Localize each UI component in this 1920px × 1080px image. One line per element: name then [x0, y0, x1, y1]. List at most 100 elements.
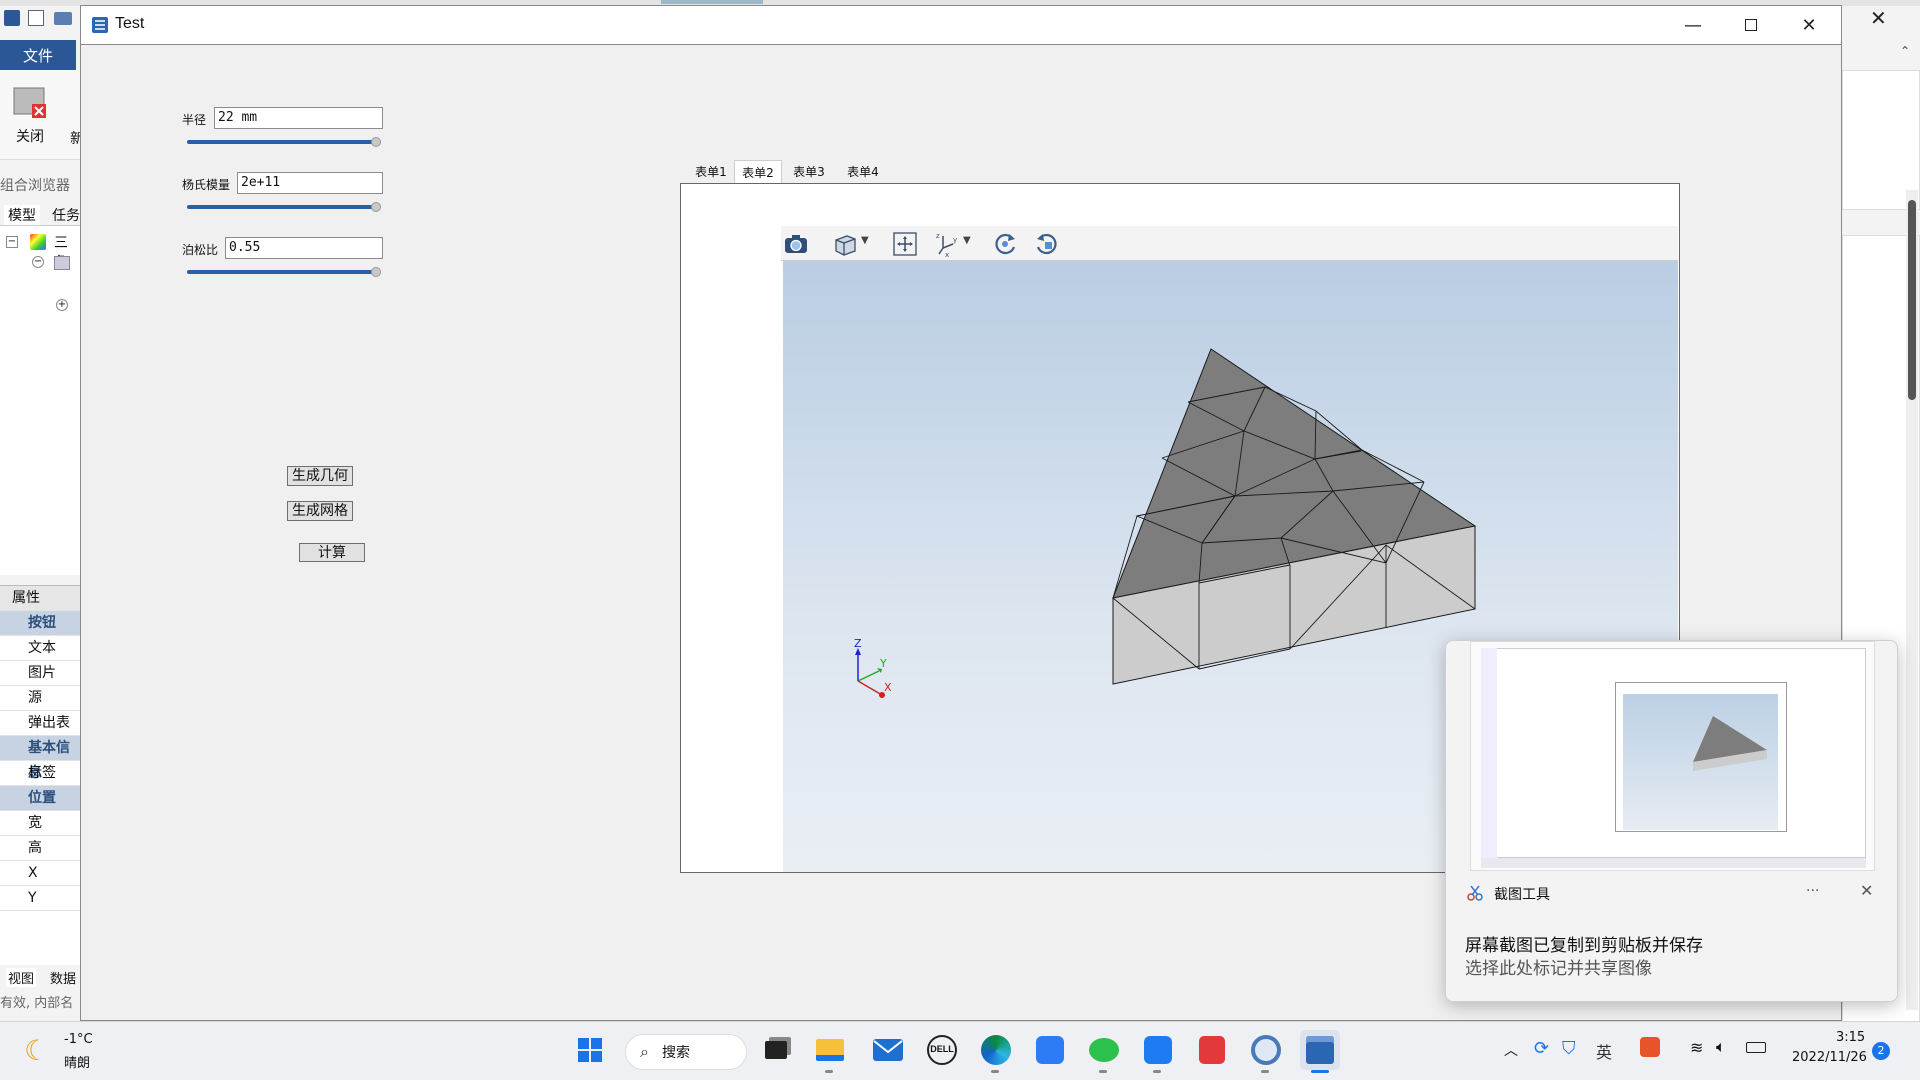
task-view-icon — [765, 1041, 787, 1059]
taskbar-edge[interactable] — [976, 1030, 1016, 1073]
axis-x-label: X — [884, 681, 892, 694]
chevron-up-icon[interactable]: ⌃ — [1900, 44, 1910, 58]
fit-all-icon[interactable] — [891, 230, 919, 258]
maximize-button[interactable] — [1722, 6, 1780, 44]
wifi-icon[interactable]: ≋ — [1690, 1038, 1703, 1057]
youngs-modulus-slider-handle[interactable] — [371, 202, 381, 212]
poisson-ratio-slider-handle[interactable] — [371, 267, 381, 277]
clock-time[interactable]: 3:15 — [1836, 1030, 1865, 1045]
poisson-ratio-slider[interactable] — [187, 270, 377, 274]
radius-input[interactable]: 22 mm — [214, 107, 383, 129]
new-file-icon[interactable] — [28, 10, 44, 26]
property-row[interactable]: 基本信息 — [0, 736, 80, 781]
property-row[interactable]: 宽 — [0, 811, 80, 836]
generate-geometry-button[interactable]: 生成几何 — [287, 466, 353, 486]
youngs-modulus-slider[interactable] — [187, 205, 377, 209]
property-row[interactable]: Y — [0, 886, 80, 911]
tab-form4[interactable]: 表单4 — [838, 160, 888, 184]
compute-button[interactable]: 计算 — [299, 543, 365, 562]
axis-triad: Z Y X — [854, 637, 892, 698]
moon-weather-icon[interactable]: ☾ — [24, 1034, 49, 1067]
taskbar-search[interactable]: ⌕ 搜索 — [625, 1034, 747, 1070]
radius-slider-handle[interactable] — [371, 137, 381, 147]
tab-form1[interactable]: 表单1 — [688, 160, 734, 184]
property-row[interactable]: 源 — [0, 686, 80, 711]
snipping-tool-icon — [1467, 885, 1483, 901]
property-row[interactable]: 文本 — [0, 636, 80, 661]
tab-data[interactable]: 数据 — [50, 968, 76, 987]
axis-dropdown-chevron-icon[interactable]: ▼ — [963, 235, 971, 246]
close-tool-button[interactable]: 关闭 — [8, 82, 52, 146]
tab-form3[interactable]: 表单3 — [784, 160, 834, 184]
taskbar-cad-app[interactable] — [1246, 1030, 1286, 1073]
search-label: 搜索 — [662, 1045, 690, 1061]
property-row[interactable]: X — [0, 861, 80, 886]
sogou-ime-icon[interactable] — [1640, 1037, 1660, 1057]
taskbar: ☾ -1°C 晴朗 ⌕ 搜索 DELL ︿ ⟳ ⛉ 英 ≋ 🔈︎ 3:15 20… — [0, 1021, 1920, 1080]
tab-model[interactable]: 模型 — [4, 205, 40, 225]
camera-icon[interactable] — [782, 230, 810, 258]
file-menu-button[interactable]: 文件 — [0, 40, 76, 70]
taskbar-feishu[interactable] — [1030, 1030, 1070, 1070]
close-button[interactable]: ✕ — [1780, 6, 1838, 44]
sync-icon[interactable]: ⟳ — [1534, 1038, 1549, 1059]
background-close-icon[interactable]: ✕ — [1870, 6, 1887, 30]
tree-collapse-icon[interactable]: − — [32, 256, 44, 268]
youngs-modulus-label: 杨氏模量 — [182, 178, 231, 192]
windows-logo-icon — [578, 1038, 602, 1062]
weather-description[interactable]: 晴朗 — [64, 1052, 90, 1071]
taskbar-file-explorer[interactable] — [810, 1030, 850, 1073]
svg-text:y: y — [953, 236, 957, 244]
shield-icon[interactable]: ⛉ — [1562, 1038, 1576, 1059]
view-cube-icon[interactable] — [831, 230, 859, 258]
notification-close-icon[interactable]: ✕ — [1860, 881, 1873, 900]
notification-count-badge[interactable]: 2 — [1872, 1042, 1890, 1060]
view-dropdown-chevron-icon[interactable]: ▼ — [861, 235, 869, 246]
tab-task[interactable]: 任务 — [52, 205, 80, 225]
tab-form2[interactable]: 表单2 — [734, 160, 782, 184]
close-icon: ✕ — [1801, 14, 1817, 36]
axis-view-icon[interactable]: z y x — [933, 230, 961, 258]
chevron-up-icon[interactable]: ︿ — [1504, 1040, 1518, 1060]
taskbar-mail[interactable] — [868, 1030, 908, 1070]
axis-z-label: Z — [854, 637, 862, 650]
taskbar-wechat[interactable] — [1084, 1030, 1124, 1073]
more-options-icon[interactable]: ··· — [1806, 883, 1819, 899]
property-row[interactable]: 图片 — [0, 661, 80, 686]
task-view-button[interactable] — [756, 1030, 796, 1070]
battery-icon[interactable] — [1746, 1042, 1766, 1053]
tree-collapse-icon[interactable]: − — [6, 236, 18, 248]
app-logo-icon[interactable] — [4, 10, 20, 26]
generate-mesh-button[interactable]: 生成网格 — [287, 501, 353, 521]
scrollbar-thumb[interactable] — [1908, 200, 1916, 400]
property-row[interactable]: 高 — [0, 836, 80, 861]
property-row[interactable]: 标签 — [0, 761, 80, 786]
property-row[interactable]: 按钮 — [0, 611, 80, 636]
input-method-icon[interactable]: 英 — [1596, 1039, 1612, 1063]
open-folder-icon[interactable] — [54, 12, 72, 25]
radius-slider[interactable] — [187, 140, 377, 144]
test-app-icon — [1306, 1036, 1334, 1064]
youngs-modulus-input[interactable]: 2e+11 — [237, 172, 383, 194]
volume-icon[interactable]: 🔈︎ — [1716, 1037, 1726, 1057]
rotate-right-icon[interactable] — [1033, 230, 1061, 258]
screenshot-preview-image[interactable] — [1470, 641, 1875, 871]
rotate-left-icon[interactable] — [991, 230, 1019, 258]
title-bar: Test — ✕ — [81, 6, 1841, 44]
minimize-icon: — — [1684, 14, 1702, 36]
tab-view[interactable]: 视图 — [6, 968, 37, 987]
taskbar-pdf-app[interactable] — [1192, 1030, 1232, 1070]
clock-date[interactable]: 2022/11/26 — [1792, 1050, 1867, 1065]
taskbar-dingtalk[interactable] — [1138, 1030, 1178, 1073]
poisson-ratio-input[interactable]: 0.55 — [225, 237, 383, 259]
taskbar-test-app[interactable] — [1300, 1030, 1340, 1073]
minimize-button[interactable]: — — [1664, 6, 1722, 44]
snipping-notification[interactable]: 截图工具 ··· ✕ 屏幕截图已复制到剪贴板并保存 选择此处标记并共享图像 — [1445, 640, 1898, 1002]
taskbar-dell[interactable]: DELL — [922, 1030, 962, 1070]
tree-expand-icon[interactable]: + — [56, 299, 68, 311]
weather-temperature[interactable]: -1°C — [64, 1032, 93, 1047]
property-row[interactable]: 弹出表单 — [0, 711, 80, 756]
cad-app-icon — [1251, 1035, 1281, 1065]
property-row[interactable]: 位置 — [0, 786, 80, 811]
start-button[interactable] — [570, 1030, 610, 1070]
